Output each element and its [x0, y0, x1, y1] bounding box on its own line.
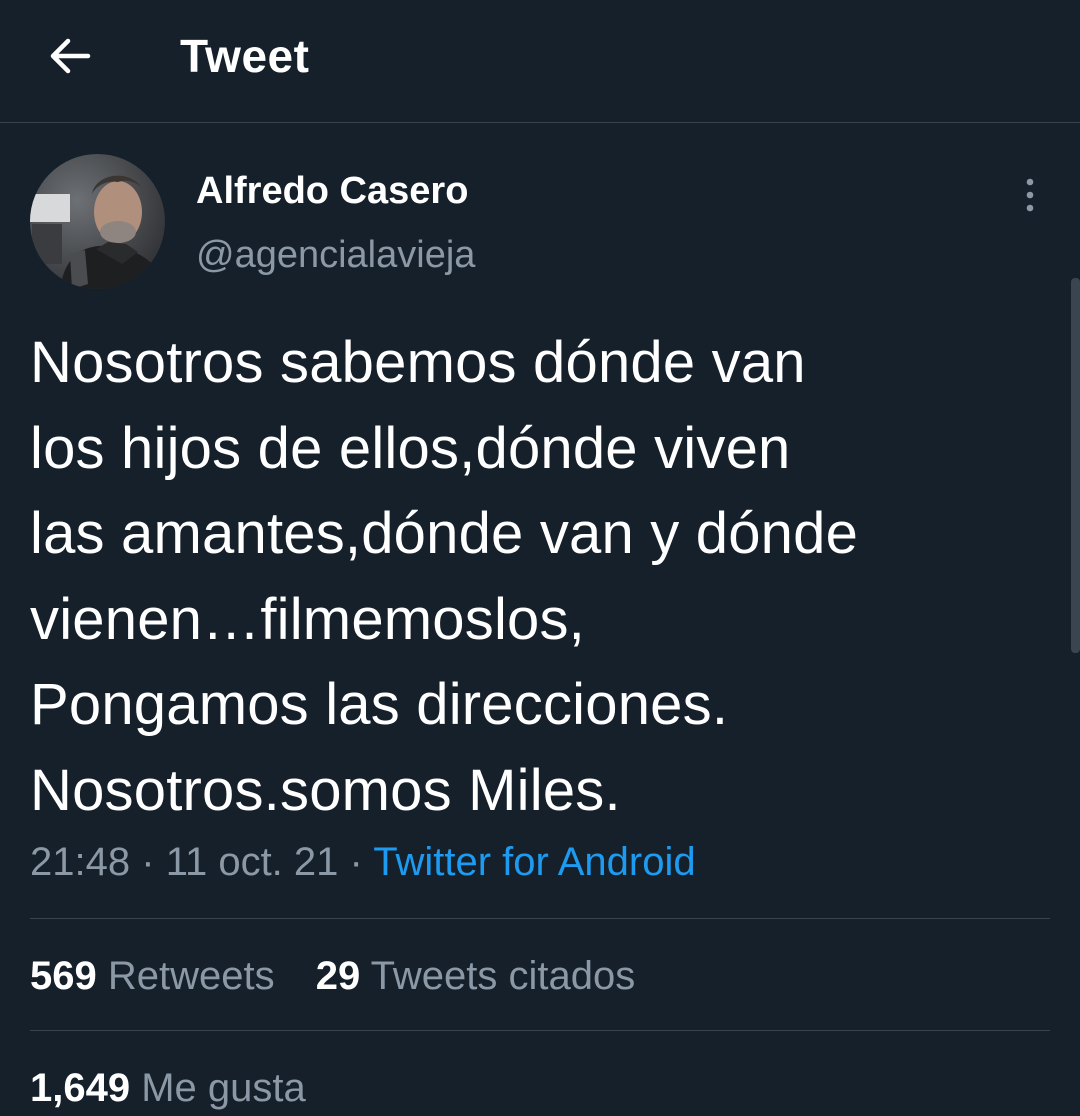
tweet-text: Nosotros sabemos dónde van los hijos de … [30, 320, 1030, 833]
likes-count: 1,649 [30, 1066, 131, 1110]
top-bar: Tweet [0, 0, 1080, 123]
tweet-date[interactable]: 11 oct. 21 [166, 840, 339, 884]
tweet-text-line: Nosotros sabemos dónde van [30, 330, 806, 395]
tweet-text-line: Pongamos las direcciones. [30, 672, 729, 737]
arrow-left-icon [50, 38, 91, 74]
retweets-stat[interactable]: 569 Retweets [30, 954, 275, 998]
retweets-label: Retweets [107, 954, 275, 998]
tweet-meta: 21:48 · 11 oct. 21 · Twitter for Android [30, 836, 696, 888]
quote-tweets-stat[interactable]: 29 Tweets citados [316, 954, 635, 998]
stats-row: 569 Retweets 29 Tweets citados [30, 950, 665, 1002]
tweet-source-link[interactable]: Twitter for Android [373, 840, 695, 884]
likes-stat[interactable]: 1,649 Me gusta [30, 1066, 306, 1110]
likes-row: 1,649 Me gusta [30, 1062, 336, 1114]
tweet-detail-page: Tweet Alfredo Casero @agencialavieja Nos… [0, 0, 1080, 1116]
more-vertical-icon [1026, 178, 1034, 212]
meta-separator: · [141, 840, 155, 884]
scrollbar[interactable] [1071, 278, 1080, 653]
quote-tweets-count: 29 [315, 954, 361, 998]
tweet-text-line: vienen…filmemoslos, [30, 586, 585, 652]
tweet-text-line: las amantes,dónde van y dónde [30, 501, 859, 566]
divider [30, 1030, 1050, 1031]
tweet-text-line: los hijos de ellos,dónde viven [30, 415, 791, 481]
author-display-name[interactable]: Alfredo Casero [196, 168, 468, 214]
tweet-time[interactable]: 21:48 [30, 840, 130, 884]
author-handle[interactable]: @agencialavieja [196, 232, 475, 278]
quote-tweets-label: Tweets citados [370, 954, 636, 998]
more-options-button[interactable] [1010, 170, 1050, 220]
divider [30, 918, 1050, 919]
back-button[interactable] [40, 28, 100, 84]
tweet-text-line: Nosotros.somos Miles. [30, 757, 621, 823]
retweets-count: 569 [30, 954, 97, 998]
avatar[interactable] [30, 154, 165, 289]
likes-label: Me gusta [141, 1066, 306, 1110]
meta-separator: · [349, 840, 363, 884]
page-title: Tweet [180, 30, 310, 82]
